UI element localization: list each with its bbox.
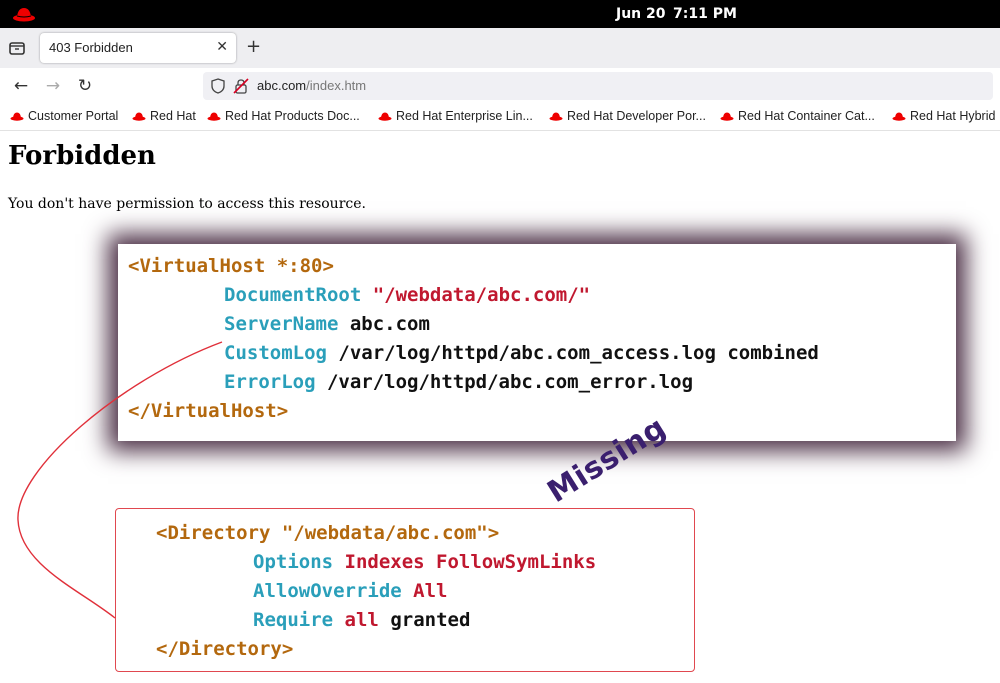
page-title: Forbidden <box>8 141 156 171</box>
directive: CustomLog <box>224 342 327 364</box>
clock-date[interactable]: Jun 20 <box>616 6 666 22</box>
code-line: AllowOverride All <box>253 577 448 606</box>
bookmark-red-hat-developer-portal[interactable]: Red Hat Developer Por... <box>549 109 706 123</box>
code-line: DocumentRoot "/webdata/abc.com/" <box>224 281 590 310</box>
red-hat-favicon-icon <box>378 112 392 121</box>
code-line: ServerName abc.com <box>224 310 430 339</box>
directive-value: Indexes FollowSymLinks <box>344 551 597 573</box>
code-line: Options Indexes FollowSymLinks <box>253 548 596 577</box>
arrow-right-icon[interactable]: → <box>42 75 64 97</box>
reload-icon[interactable]: ↻ <box>74 75 96 97</box>
directive-value: "/webdata/abc.com/" <box>372 284 591 306</box>
vhost-close-tag: </VirtualHost> <box>128 400 289 422</box>
bookmark-red-hat-container-catalog[interactable]: Red Hat Container Cat... <box>720 109 875 123</box>
directive: DocumentRoot <box>224 284 362 306</box>
url-path: /index.htm <box>306 78 367 93</box>
red-hat-logo-icon[interactable] <box>12 5 36 23</box>
directory-path: "/webdata/abc.com" <box>281 522 488 544</box>
url-text[interactable]: abc.com/index.htm <box>257 78 366 93</box>
tab-active[interactable]: 403 Forbidden ✕ <box>40 33 236 63</box>
bookmark-label: Red Hat Developer Por... <box>567 109 706 123</box>
tab-strip: 403 Forbidden ✕ <box>0 28 1000 68</box>
code-line: <VirtualHost *:80> <box>128 252 334 281</box>
tab-title: 403 Forbidden <box>49 40 133 55</box>
code-line: </Directory> <box>156 635 293 664</box>
bookmarks-toolbar: Customer Portal Red Hat Red Hat Products… <box>0 104 1000 131</box>
bookmark-label: Red Hat <box>150 109 196 123</box>
red-hat-favicon-icon <box>720 112 734 121</box>
red-hat-favicon-icon <box>549 112 563 121</box>
bookmark-red-hat-hybrid[interactable]: Red Hat Hybrid <box>892 109 995 123</box>
directory-close-tag: </Directory> <box>156 638 294 660</box>
page-content: Forbidden You don't have permission to a… <box>0 131 1000 683</box>
directive-value: all <box>344 609 379 631</box>
bookmark-red-hat-enterprise-linux[interactable]: Red Hat Enterprise Lin... <box>378 109 533 123</box>
red-hat-favicon-icon <box>132 112 146 121</box>
vhost-open-tag: <VirtualHost *:80> <box>128 255 334 277</box>
bookmark-customer-portal[interactable]: Customer Portal <box>10 109 118 123</box>
navigation-bar: ← → ↻ abc.com/index.htm <box>0 68 1000 104</box>
system-top-bar: Jun 20 7:11 PM <box>0 0 1000 28</box>
directive-value: abc.com <box>349 313 430 335</box>
error-message: You don't have permission to access this… <box>8 196 366 212</box>
directive: ErrorLog <box>224 371 316 393</box>
directory-code-block: <Directory "/webdata/abc.com"> Options I… <box>115 508 695 672</box>
plus-icon[interactable]: + <box>246 37 261 57</box>
directive-value: All <box>413 580 448 602</box>
url-bar[interactable]: abc.com/index.htm <box>203 72 993 100</box>
insecure-lock-icon[interactable] <box>233 78 249 94</box>
bookmark-label: Red Hat Hybrid <box>910 109 996 123</box>
arrow-left-icon[interactable]: ← <box>10 75 32 97</box>
clock-time[interactable]: 7:11 PM <box>673 6 737 22</box>
bookmark-red-hat-products-docs[interactable]: Red Hat Products Doc... <box>207 109 360 123</box>
code-line: ErrorLog /var/log/httpd/abc.com_error.lo… <box>224 368 693 397</box>
directory-open-tag-end: > <box>487 522 500 544</box>
directive: Require <box>253 609 334 631</box>
directive-value: granted <box>390 609 471 631</box>
bookmark-red-hat[interactable]: Red Hat <box>132 109 196 123</box>
bookmark-label: Customer Portal <box>28 109 119 123</box>
red-hat-favicon-icon <box>892 112 906 121</box>
code-line: Require all granted <box>253 606 470 635</box>
directive-value: /var/log/httpd/abc.com_access.log combin… <box>338 342 819 364</box>
bookmark-label: Red Hat Container Cat... <box>738 109 875 123</box>
shield-icon[interactable] <box>211 78 225 94</box>
red-hat-favicon-icon <box>10 112 24 121</box>
directive: Options <box>253 551 334 573</box>
tab-overview-icon[interactable] <box>6 37 28 59</box>
directive: AllowOverride <box>253 580 402 602</box>
close-icon[interactable]: ✕ <box>216 39 228 55</box>
code-line: <Directory "/webdata/abc.com"> <box>156 519 499 548</box>
directive: ServerName <box>224 313 339 335</box>
red-hat-favicon-icon <box>207 112 221 121</box>
bookmark-label: Red Hat Enterprise Lin... <box>396 109 533 123</box>
code-line: </VirtualHost> <box>128 397 288 426</box>
directory-open-tag: <Directory <box>156 522 282 544</box>
code-line: CustomLog /var/log/httpd/abc.com_access.… <box>224 339 819 368</box>
url-host: abc.com <box>257 78 307 93</box>
virtualhost-code-block: <VirtualHost *:80> DocumentRoot "/webdat… <box>118 244 956 441</box>
bookmark-label: Red Hat Products Doc... <box>225 109 360 123</box>
directive-value: /var/log/httpd/abc.com_error.log <box>326 371 694 393</box>
